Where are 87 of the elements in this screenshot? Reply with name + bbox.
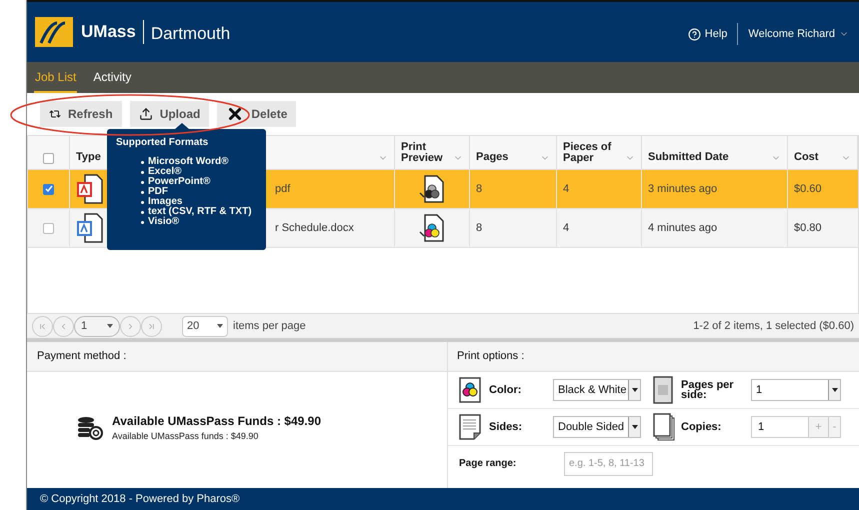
last-page-icon[interactable] [147,322,156,330]
sides-select[interactable]: Double Sided [553,416,641,438]
previous-page-icon[interactable] [59,322,68,330]
coins-icon [77,415,103,441]
column-header[interactable]: Type [76,152,101,163]
table-cell-text: 4 [563,220,570,236]
column-header[interactable]: Pieces of Paper [563,142,625,164]
footer-text: © Copyright 2018 - Powered by Pharos® [40,492,240,507]
file-name: pdf [275,182,290,197]
bullet-icon [141,220,144,224]
column-header[interactable]: Submitted Date [648,152,729,163]
color-select[interactable]: Black & White [553,379,641,401]
delete-button[interactable]: Delete [217,101,296,127]
print-preview-icon[interactable] [419,175,445,203]
bullet-icon [141,170,144,174]
caret-icon[interactable] [632,425,638,429]
page-size-label: items per page [233,318,306,334]
document-icon [459,414,481,440]
caret-icon[interactable] [632,388,638,392]
section-title: Print options : [457,349,524,364]
column-header[interactable]: Print Preview [401,142,453,164]
page-range-field[interactable]: e.g. 1-5, 8, 11-13 [564,452,653,476]
field-label: Copies: [681,420,722,435]
table-cell-text: 4 minutes ago [648,220,718,236]
select-all-checkbox[interactable] [43,153,54,164]
bullet-icon [141,200,144,204]
field-label: Page range: [459,457,518,471]
first-page-icon[interactable] [38,322,47,330]
first-page-button[interactable] [32,316,53,336]
logo-subtext: Dartmouth [150,23,230,46]
previous-page-button[interactable] [53,316,74,336]
logo-icon [35,17,73,47]
nav-tab[interactable]: Activity [92,62,132,93]
funds-detail: Available UMassPass funds : $49.90 [112,430,260,444]
row-checkbox[interactable] [43,184,54,194]
help-link[interactable]: Help [704,26,728,42]
format-item: text (CSV, RTF & TXT) [148,207,252,217]
upload-button[interactable]: Upload [130,101,210,127]
pages-per-side-select[interactable]: 1 [751,379,841,401]
next-page-button[interactable] [120,316,141,336]
caret-icon[interactable] [217,324,223,328]
format-item: PDF [148,187,168,197]
page-size-select[interactable]: 20 [182,316,228,336]
bullet-icon [141,180,144,184]
row-checkbox[interactable] [43,222,54,234]
table-cell-text: $0.60 [794,182,822,197]
nav-tab[interactable]: Job List [34,62,78,93]
bullet-icon [141,190,144,194]
column-header[interactable]: Pages [476,152,508,163]
column-header[interactable]: Cost [794,152,818,163]
bullet-icon [141,210,144,214]
format-item: PowerPoint® [148,177,210,187]
field-label: Color: [489,382,522,398]
page-select[interactable]: 1 [74,316,120,336]
upload-icon [138,107,153,121]
pages-per-side-icon [653,376,673,404]
copies-icon [653,413,675,441]
file-name: r Schedule.docx [275,220,354,236]
format-item: Visio® [148,217,180,227]
field-label: Sides: [489,420,524,435]
section-title: Payment method : [37,349,126,364]
refresh-icon [49,108,61,120]
color-drops-icon [459,377,481,403]
last-page-button[interactable] [141,316,162,336]
word-file-icon [76,213,102,243]
caret-icon[interactable] [832,388,838,392]
table-cell-text: 8 [476,220,482,236]
tooltip-title: Supported Formats [116,137,210,149]
refresh-button[interactable]: Refresh [40,101,122,127]
pdf-file-icon [76,174,102,204]
format-item: Images [148,197,182,207]
next-page-icon[interactable] [126,322,135,330]
help-icon[interactable] [688,28,701,40]
user-menu[interactable]: Welcome Richard [748,26,849,42]
pager-summary: 1-2 of 2 items, 1 selected ($0.60) [693,318,854,334]
logo-text: UMass [81,21,136,44]
table-cell-text: 8 [476,182,482,197]
format-item: Microsoft Word® [148,157,229,167]
print-preview-icon[interactable] [419,214,445,242]
table-cell-text: $0.80 [794,220,822,236]
table-cell-text: 4 [563,182,570,197]
field-label: Pages per side: [681,380,735,400]
format-item: Excel® [148,167,182,177]
table-cell-text: 3 minutes ago [648,182,718,197]
caret-icon[interactable] [107,324,113,328]
funds-title: Available UMassPass Funds : $49.90 [112,413,321,430]
bullet-icon [141,160,144,164]
